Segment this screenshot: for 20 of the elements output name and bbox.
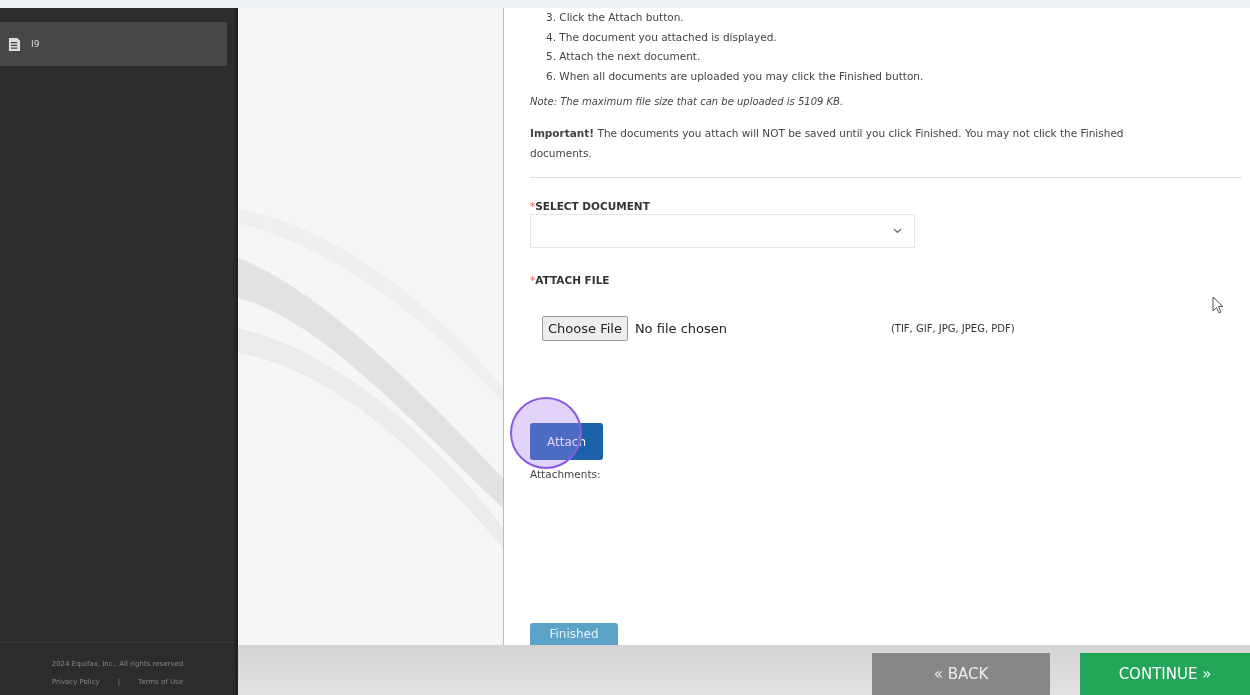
sidebar-item[interactable]: I9	[0, 22, 227, 66]
attach-button[interactable]: Attach	[530, 423, 603, 460]
instruction-step: 4. The document you attached is displayed.	[546, 27, 1250, 47]
instruction-step: 6. When all documents are uploaded you may click the Finished button.	[546, 66, 1250, 86]
continue-button[interactable]: CONTINUE »	[1080, 653, 1250, 695]
attachments-label: Attachments:	[530, 468, 602, 480]
select-document-label: *SELECT DOCUMENT	[530, 200, 651, 212]
document-icon	[8, 36, 21, 52]
important-text: Important! The documents you attach will NOT be saved until you click Finished. You may not click the Finished documents.	[530, 126, 1125, 161]
instruction-step: 5. Attach the next document.	[546, 47, 1250, 67]
back-button[interactable]: « BACK	[872, 653, 1050, 695]
instruction-step: 3. Click the Attach button.	[546, 8, 1250, 28]
file-status-text: No file chosen	[634, 321, 728, 336]
mouse-pointer-icon	[1212, 296, 1224, 314]
chevron-down-icon	[893, 228, 902, 234]
file-formats-text: (TIF, GIF, JPG, JPEG, PDF)	[890, 323, 1015, 334]
note-text: Note: The maximum file size that can be uploaded is 5109 KB.	[530, 96, 845, 107]
choose-file-button[interactable]: Choose File	[542, 316, 628, 341]
document-select[interactable]	[530, 214, 915, 248]
attach-file-label: *ATTACH FILE	[530, 274, 611, 286]
